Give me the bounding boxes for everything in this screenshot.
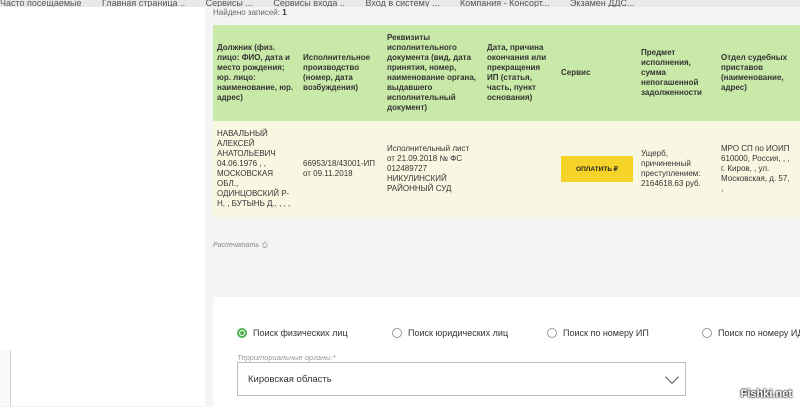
printer-icon: ⎙ bbox=[262, 242, 268, 249]
header-debtor: Должник (физ. лицо: ФИО, дата и место ро… bbox=[213, 25, 299, 121]
bookmark-item[interactable]: Часто посещаемые bbox=[0, 0, 82, 7]
found-count: 1 bbox=[282, 8, 287, 17]
radio-label: Поиск физических лиц bbox=[253, 328, 348, 338]
bookmark-item[interactable]: Компания - Консорт... bbox=[460, 0, 549, 7]
radio-selected-icon bbox=[237, 328, 247, 338]
watermark: Fishki.net bbox=[740, 388, 792, 400]
radio-icon bbox=[702, 328, 712, 338]
territorial-select[interactable]: Кировская область bbox=[237, 362, 686, 396]
radio-search-by-id-number[interactable]: Поиск по номеру ИД bbox=[702, 328, 800, 338]
left-pane-edge bbox=[0, 350, 11, 406]
found-label: Найдено записей: bbox=[213, 8, 280, 17]
header-subject: Предмет исполнения, сумма непогашенной з… bbox=[637, 25, 717, 121]
radio-search-individuals[interactable]: Поиск физических лиц bbox=[237, 328, 348, 338]
radio-icon bbox=[547, 328, 557, 338]
header-end-date: Дата, причина окончания или прекращения … bbox=[483, 25, 557, 121]
header-department: Отдел судебных приставов (наименование, … bbox=[717, 25, 797, 121]
table-header-row: Должник (физ. лицо: ФИО, дата и место ро… bbox=[213, 25, 800, 121]
radio-label: Поиск по номеру ИД bbox=[718, 328, 800, 338]
radio-label: Поиск юридических лиц bbox=[408, 328, 509, 338]
bookmarks-bar: Часто посещаемые Главная страница .. Сер… bbox=[0, 0, 800, 7]
cell-debtor: НАВАЛЬНЫЙ АЛЕКСЕЙ АНАТОЛЬЕВИЧ 04.06.1976… bbox=[213, 121, 299, 217]
print-link[interactable]: Распечатать ⎙ bbox=[213, 242, 268, 250]
territorial-value: Кировская область bbox=[248, 373, 332, 385]
radio-label: Поиск по номеру ИП bbox=[563, 328, 649, 338]
bookmark-item[interactable]: Сервисы ... bbox=[206, 0, 253, 7]
radio-icon bbox=[392, 328, 402, 338]
chevron-down-icon bbox=[664, 369, 680, 385]
left-pane bbox=[0, 7, 205, 406]
territorial-label: Территориальные органы:* bbox=[237, 353, 336, 362]
header-proceeding: Исполнительное производство (номер, дата… bbox=[299, 25, 383, 121]
cell-department: МРО СП по ИОИП 610000, Россия, , , г. Ки… bbox=[717, 121, 797, 217]
pay-button[interactable]: ОПЛАТИТЬ ₽ bbox=[561, 156, 633, 182]
cell-document: Исполнительный лист от 21.09.2018 № ФС 0… bbox=[383, 121, 483, 217]
bookmark-item[interactable]: Сервисы входа .. bbox=[273, 0, 345, 7]
table-row: НАВАЛЬНЫЙ АЛЕКСЕЙ АНАТОЛЬЕВИЧ 04.06.1976… bbox=[213, 121, 800, 217]
print-label: Распечатать bbox=[213, 242, 260, 249]
bookmark-item[interactable]: Экзамен ДДС... bbox=[570, 0, 635, 7]
cell-proceeding: 66953/18/43001-ИП от 09.11.2018 bbox=[299, 121, 383, 217]
found-records: Найдено записей: 1 bbox=[213, 8, 287, 17]
bookmark-item[interactable]: Вход в систему ... bbox=[365, 0, 439, 7]
results-table: Должник (физ. лицо: ФИО, дата и место ро… bbox=[213, 25, 800, 217]
bookmark-item[interactable]: Главная страница .. bbox=[102, 0, 185, 7]
radio-search-by-ip-number[interactable]: Поиск по номеру ИП bbox=[547, 328, 649, 338]
cell-end-date bbox=[483, 121, 557, 217]
radio-search-legal-entities[interactable]: Поиск юридических лиц bbox=[392, 328, 508, 338]
cell-service: ОПЛАТИТЬ ₽ bbox=[557, 121, 637, 217]
header-service: Сервис bbox=[557, 25, 637, 121]
header-document: Реквизиты исполнительного документа (вид… bbox=[383, 25, 483, 121]
cell-subject: Ущерб, причиненный преступлением: 216461… bbox=[637, 121, 717, 217]
